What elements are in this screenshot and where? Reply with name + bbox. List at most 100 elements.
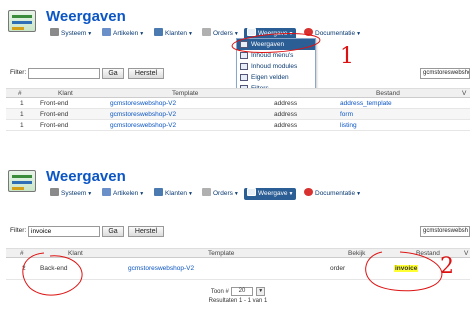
row-number: 1	[20, 122, 24, 129]
annotation-number-2: 2	[440, 254, 454, 279]
wrench-icon	[50, 28, 59, 36]
documentation-icon	[304, 28, 313, 36]
template-select[interactable]: gcmstoreswebshop	[420, 68, 470, 79]
column-header-num: #	[20, 250, 24, 257]
caret-down-icon: ▼	[87, 31, 93, 37]
row-client: Front-end	[40, 100, 69, 107]
reset-button[interactable]: Herstel	[128, 68, 164, 79]
row-view: address	[274, 100, 298, 107]
menu-artikelen[interactable]: Artikelen▼	[102, 28, 144, 40]
table-row[interactable]: 1 Front-end gcmstoreswebshop-V2 address …	[6, 120, 470, 131]
filter-bar: Filter: Ga Herstel gcmstoreswebshop	[6, 68, 470, 80]
views-icon	[247, 28, 256, 36]
caret-down-icon: ▼	[356, 31, 362, 37]
menu-label: Documentatie	[315, 190, 356, 197]
caret-down-icon: ▼	[288, 191, 294, 197]
weergave-dropdown: Weergaven Inhoud menu's Inhoud modules E…	[236, 38, 316, 95]
menu-documentatie[interactable]: Documentatie▼	[304, 188, 361, 200]
row-file-link[interactable]: form	[340, 111, 353, 118]
go-button[interactable]: Ga	[102, 226, 124, 237]
column-header-bestand[interactable]: Bestand	[416, 250, 440, 257]
caret-down-icon: ▼	[233, 31, 239, 37]
caret-down-icon: ▼	[139, 191, 145, 197]
table-row[interactable]: 1 Front-end gcmstoreswebshop-V2 address …	[6, 98, 470, 109]
column-header-klant[interactable]: Klant	[58, 90, 73, 97]
menu-orders[interactable]: Orders▼	[202, 188, 239, 200]
row-file-link[interactable]: address_template	[340, 100, 392, 107]
column-header-num: #	[18, 90, 22, 97]
panel-bottom: Weergaven Systeem▼ Artikelen▼ Klanten▼ O…	[0, 160, 474, 309]
caret-down-icon: ▼	[288, 31, 294, 37]
menu-label: Documentatie	[315, 30, 356, 37]
row-template-link[interactable]: gcmstoreswebshop-V2	[110, 111, 176, 118]
menu-orders[interactable]: Orders▼	[202, 28, 239, 40]
menu-label: Weergave	[258, 30, 288, 37]
row-client: Front-end	[40, 111, 69, 118]
menu-artikelen[interactable]: Artikelen▼	[102, 188, 144, 200]
filter-label: Filter:	[10, 69, 27, 76]
pager-label: Toon #	[210, 289, 229, 296]
views-icon	[247, 188, 256, 196]
chevron-down-icon[interactable]: ▼	[256, 287, 266, 296]
annotation-number-1: 1	[340, 44, 354, 69]
menu-label: Artikelen	[113, 30, 139, 37]
menu-label: Klanten	[165, 30, 188, 37]
menu-label: Klanten	[165, 190, 188, 197]
caret-down-icon: ▼	[356, 191, 362, 197]
row-number: 1	[20, 100, 24, 107]
filter-input[interactable]	[28, 68, 100, 79]
table-row[interactable]: 2 Back-end gcmstoreswebshop-V2 order inv…	[6, 258, 470, 280]
column-header-template[interactable]: Template	[208, 250, 234, 257]
column-header-template[interactable]: Template	[172, 90, 198, 97]
menu-weergave[interactable]: Weergave▼	[244, 188, 297, 200]
caret-down-icon: ▼	[233, 191, 239, 197]
page-header: Weergaven Systeem▼ Artikelen▼ Klanten▼ O…	[6, 6, 470, 40]
row-template-link[interactable]: gcmstoreswebshop-V2	[128, 265, 194, 272]
results-count: Resultaten 1 - 1 van 1	[208, 298, 268, 304]
row-template-link[interactable]: gcmstoreswebshop-V2	[110, 122, 176, 129]
articles-icon	[102, 188, 111, 196]
panel-top: Weergaven Systeem▼ Artikelen▼ Klanten▼ O…	[0, 0, 474, 150]
column-header-bestand[interactable]: Bestand	[376, 90, 400, 97]
caret-down-icon: ▼	[188, 191, 193, 197]
clients-icon	[154, 188, 163, 196]
dropdown-item-weergaven[interactable]: Weergaven	[237, 39, 315, 50]
row-number: 1	[20, 111, 24, 118]
filter-bar: Filter: Ga Herstel gcmstoreswebsh	[6, 226, 470, 238]
views-logo-icon	[8, 170, 36, 192]
page-header: Weergaven Systeem▼ Artikelen▼ Klanten▼ O…	[6, 166, 470, 200]
articles-icon	[102, 28, 111, 36]
filter-input[interactable]	[28, 226, 100, 237]
menu-klanten[interactable]: Klanten▼	[154, 28, 193, 40]
column-header-v[interactable]: V	[462, 90, 466, 97]
menu-systeem[interactable]: Systeem▼	[50, 28, 92, 40]
table-header: # Klant Template Bestand V	[6, 88, 470, 98]
caret-down-icon: ▼	[139, 31, 145, 37]
template-select[interactable]: gcmstoreswebsh	[420, 226, 470, 237]
row-client: Front-end	[40, 122, 69, 129]
menu-content-icon	[240, 52, 248, 59]
views-logo-icon	[8, 10, 36, 32]
views-table: # Klant Template Bekijk Bestand V 2 Back…	[6, 248, 470, 280]
row-file-link[interactable]: invoice	[394, 265, 419, 272]
table-row[interactable]: 1 Front-end gcmstoreswebshop-V2 address …	[6, 109, 470, 120]
menu-label: Weergave	[258, 190, 288, 197]
views-icon	[240, 41, 248, 48]
pagination: Toon # 20 ▼	[6, 287, 470, 296]
menu-systeem[interactable]: Systeem▼	[50, 188, 92, 200]
column-header-bekijk[interactable]: Bekijk	[348, 250, 365, 257]
menu-label: Systeem	[61, 30, 87, 37]
page-size-select[interactable]: 20	[230, 287, 253, 296]
row-file-link[interactable]: listing	[340, 122, 357, 129]
reset-button[interactable]: Herstel	[128, 226, 164, 237]
table-header: # Klant Template Bekijk Bestand V	[6, 248, 470, 258]
menu-klanten[interactable]: Klanten▼	[154, 188, 193, 200]
go-button[interactable]: Ga	[102, 68, 124, 79]
documentation-icon	[304, 188, 313, 196]
row-template-link[interactable]: gcmstoreswebshop-V2	[110, 100, 176, 107]
dropdown-item-inhoud-menus[interactable]: Inhoud menu's	[237, 50, 315, 61]
page-title: Weergaven	[46, 168, 126, 185]
column-header-v[interactable]: V	[464, 250, 468, 257]
column-header-klant[interactable]: Klant	[68, 250, 83, 257]
row-number: 2	[22, 265, 26, 272]
